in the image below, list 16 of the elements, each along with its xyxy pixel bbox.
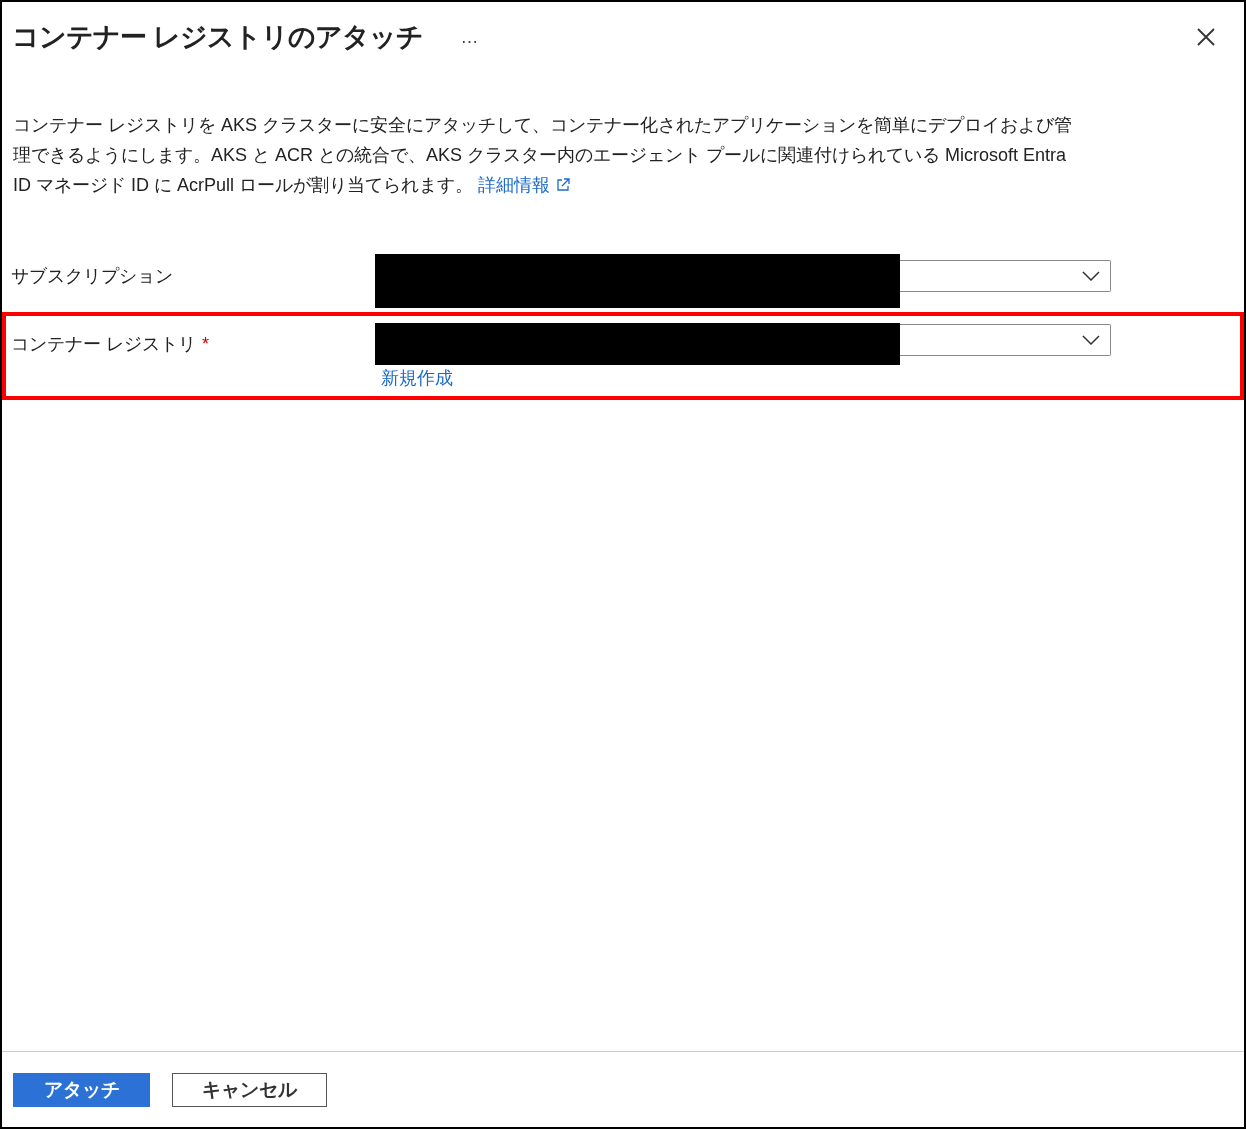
panel-title: コンテナー レジストリのアタッチ [12,21,423,54]
learn-more-link[interactable]: 詳細情報 [478,175,572,195]
field-label: サブスクリプション [11,266,173,286]
required-mark: * [202,334,210,354]
cancel-button[interactable]: キャンセル [172,1072,327,1107]
more-button[interactable]: … [456,26,483,48]
description-text: コンテナー レジストリを AKS クラスターに安全にアタッチして、コンテナー化されたアプリケーションを簡単にデプロイおよび管理できるようにします。AKS と ACR との統合で、AKS クラスター内のエージェント プールに関連付けられている Microsoft Entra ID マネージド ID に AcrPull ロールが割り当てられます。 詳細情報 [13,114,1073,197]
dropdown-field[interactable] [900,260,1111,292]
external-link-icon [556,177,572,192]
dropdown-field[interactable] [900,324,1111,356]
chevron-down-icon [1082,271,1100,281]
chevron-down-icon [1082,335,1100,345]
create-new-link[interactable]: 新規作成 [381,366,1111,390]
close-icon[interactable] [1196,27,1216,47]
field-label: コンテナー レジストリ [11,334,196,354]
attach-button[interactable]: アタッチ [13,1072,150,1107]
